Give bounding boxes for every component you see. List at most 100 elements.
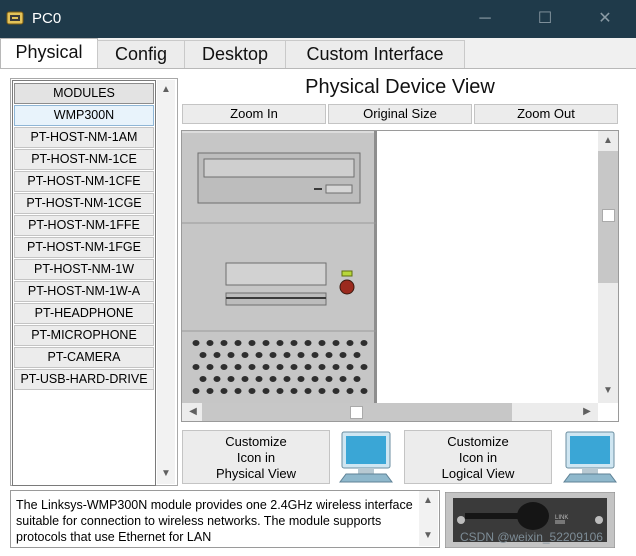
vent-hole	[220, 388, 228, 394]
vent-hole	[248, 340, 256, 346]
tab-physical[interactable]: Physical	[0, 38, 98, 68]
module-description: The Linksys-WMP300N module provides one …	[16, 498, 413, 544]
module-item[interactable]: PT-HOST-NM-1W-A	[14, 281, 154, 302]
vent-hole	[234, 388, 242, 394]
vent-hole	[192, 388, 200, 394]
scroll-right-icon[interactable]: ▶	[578, 404, 596, 420]
vent-hole	[192, 340, 200, 346]
vent-hole	[255, 376, 263, 382]
watermark: CSDN @weixin_52209106	[460, 530, 603, 544]
vent-hole	[353, 376, 361, 382]
vent-hole	[220, 364, 228, 370]
title-bar: PC0 ─ ☐ ✕	[0, 0, 636, 38]
minimize-button[interactable]: ─	[470, 8, 500, 30]
vent-hole	[206, 364, 214, 370]
module-item[interactable]: PT-HOST-NM-1CGE	[14, 193, 154, 214]
description-scrollbar[interactable]: ▲ ▼	[419, 491, 438, 546]
device-viewport[interactable]: ▲ ▼ ◀ ▶	[181, 130, 619, 422]
zoom-in-button[interactable]: Zoom In	[182, 104, 326, 124]
vent-hole	[220, 340, 228, 346]
vent-hole	[339, 376, 347, 382]
scroll-up-icon[interactable]: ▲	[419, 493, 437, 509]
vent-hole	[353, 352, 361, 358]
vent-hole	[227, 376, 235, 382]
module-item[interactable]: PT-HOST-NM-1FGE	[14, 237, 154, 258]
module-item[interactable]: PT-USB-HARD-DRIVE	[14, 369, 154, 390]
vent-hole	[346, 388, 354, 394]
module-item[interactable]: PT-HOST-NM-1W	[14, 259, 154, 280]
vent-hole	[311, 352, 319, 358]
vent-hole	[297, 352, 305, 358]
zoom-out-button[interactable]: Zoom Out	[474, 104, 618, 124]
vent-hole	[234, 340, 242, 346]
vent-hole	[318, 340, 326, 346]
pc-tower-image	[182, 131, 377, 403]
module-description-box[interactable]: The Linksys-WMP300N module provides one …	[10, 490, 440, 548]
module-item[interactable]: PT-HOST-NM-1CE	[14, 149, 154, 170]
vent-hole	[199, 376, 207, 382]
vent-hole	[199, 352, 207, 358]
module-port-label: LINK	[555, 515, 569, 521]
vent-hole	[346, 340, 354, 346]
vent-hole	[192, 364, 200, 370]
vent-hole	[304, 388, 312, 394]
customize-logical-icon-button[interactable]: Customize Icon in Logical View	[404, 430, 552, 484]
vent-hole	[269, 376, 277, 382]
vent-hole	[227, 352, 235, 358]
button-label-line: Icon in	[458, 450, 498, 465]
module-item[interactable]: PT-HEADPHONE	[14, 303, 154, 324]
modules-panel: MODULES WMP300N PT-HOST-NM-1AM PT-HOST-N…	[10, 78, 178, 486]
scroll-up-icon[interactable]: ▲	[599, 133, 617, 149]
modules-list: MODULES WMP300N PT-HOST-NM-1AM PT-HOST-N…	[12, 80, 156, 486]
tab-config[interactable]: Config	[97, 40, 185, 68]
vent-hole	[346, 364, 354, 370]
close-button[interactable]: ✕	[590, 8, 620, 30]
scroll-down-icon[interactable]: ▼	[157, 466, 175, 482]
module-item[interactable]: PT-MICROPHONE	[14, 325, 154, 346]
vent-hole	[262, 340, 270, 346]
module-item[interactable]: PT-HOST-NM-1AM	[14, 127, 154, 148]
vent-hole	[262, 388, 270, 394]
vent-hole	[332, 388, 340, 394]
computer-icon	[339, 431, 393, 483]
scroll-down-icon[interactable]: ▼	[599, 383, 617, 399]
scroll-up-icon[interactable]: ▲	[157, 82, 175, 98]
vent-hole	[276, 340, 284, 346]
vent-hole	[206, 388, 214, 394]
vent-hole	[304, 340, 312, 346]
customize-physical-icon-button[interactable]: Customize Icon in Physical View	[182, 430, 330, 484]
vent-hole	[213, 376, 221, 382]
vent-hole	[332, 340, 340, 346]
viewport-horizontal-scrollbar[interactable]: ◀ ▶	[182, 403, 598, 421]
vent-hole	[276, 388, 284, 394]
scroll-left-icon[interactable]: ◀	[184, 404, 202, 420]
original-size-button[interactable]: Original Size	[328, 104, 472, 124]
vent-hole	[283, 376, 291, 382]
tab-desktop[interactable]: Desktop	[184, 40, 286, 68]
module-item[interactable]: PT-HOST-NM-1CFE	[14, 171, 154, 192]
button-label-line: Customize	[447, 434, 509, 449]
vent-hole	[234, 364, 242, 370]
module-item-wmp300n[interactable]: WMP300N	[14, 105, 154, 126]
viewport-vertical-scrollbar[interactable]: ▲ ▼	[598, 131, 618, 403]
module-item[interactable]: PT-HOST-NM-1FFE	[14, 215, 154, 236]
vent-hole	[360, 364, 368, 370]
vent-hole	[269, 352, 277, 358]
vent-hole	[255, 352, 263, 358]
button-label-line: Customize	[225, 434, 287, 449]
module-item[interactable]: PT-CAMERA	[14, 347, 154, 368]
vent-hole	[290, 340, 298, 346]
maximize-button[interactable]: ☐	[530, 8, 560, 30]
vent-hole	[304, 364, 312, 370]
tab-bar: Physical Config Desktop Custom Interface	[0, 38, 636, 69]
modules-header: MODULES	[14, 83, 154, 104]
vent-hole	[339, 352, 347, 358]
button-label-line: Logical View	[441, 466, 515, 481]
vent-hole	[290, 388, 298, 394]
scroll-down-icon[interactable]: ▼	[419, 528, 437, 544]
tab-custom-interface[interactable]: Custom Interface	[285, 40, 465, 68]
vent-hole	[213, 352, 221, 358]
modules-scrollbar[interactable]: ▲ ▼	[157, 80, 175, 484]
scroll-thumb-grip	[350, 406, 363, 419]
vent-hole	[276, 364, 284, 370]
